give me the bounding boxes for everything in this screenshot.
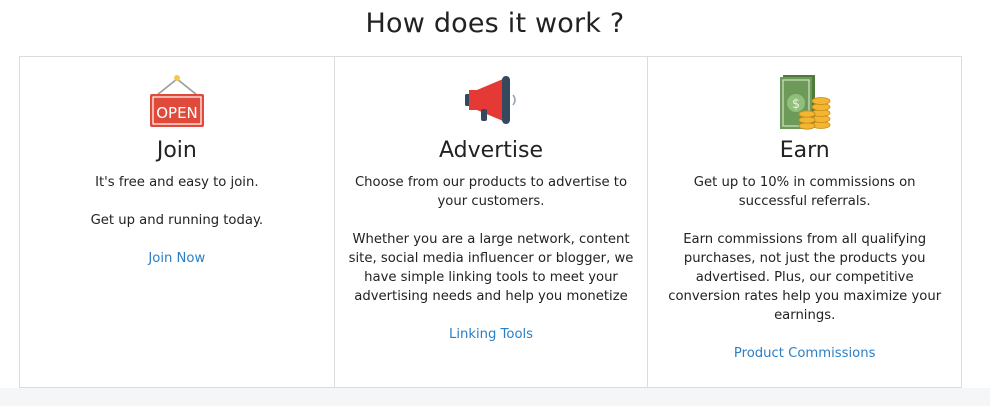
megaphone-icon <box>465 76 516 124</box>
how-it-works-cards: OPEN Join It's free and easy to join. Ge… <box>19 56 962 388</box>
linking-tools-link[interactable]: Linking Tools <box>449 325 533 344</box>
svg-text:$: $ <box>792 97 800 112</box>
footer-band <box>0 388 990 406</box>
section-heading: How does it work ? <box>365 8 625 39</box>
card-title: Join <box>156 138 197 163</box>
card-text: Whether you are a large network, content… <box>348 232 634 304</box>
card-text: Get up to 10% in commissions on successf… <box>693 175 916 209</box>
card-text: It's free and easy to join. <box>95 175 259 190</box>
card-earn: $ Earn Get up to 10% in commissions on s… <box>647 57 961 387</box>
card-title: Earn <box>779 138 830 163</box>
card-title: Advertise <box>439 138 543 163</box>
card-text: Earn commissions from all qualifying pur… <box>668 232 942 323</box>
card-join: OPEN Join It's free and easy to join. Ge… <box>20 57 334 387</box>
card-text: Get up and running today. <box>90 213 264 228</box>
product-commissions-link[interactable]: Product Commissions <box>734 344 876 363</box>
card-text: Choose from our products to advertise to… <box>354 175 628 209</box>
open-sign-icon: OPEN <box>149 75 204 127</box>
money-coins-icon: $ <box>779 75 831 130</box>
join-now-link[interactable]: Join Now <box>148 249 205 268</box>
svg-text:OPEN: OPEN <box>156 104 198 122</box>
card-advertise: Advertise Choose from our products to ad… <box>333 57 648 387</box>
